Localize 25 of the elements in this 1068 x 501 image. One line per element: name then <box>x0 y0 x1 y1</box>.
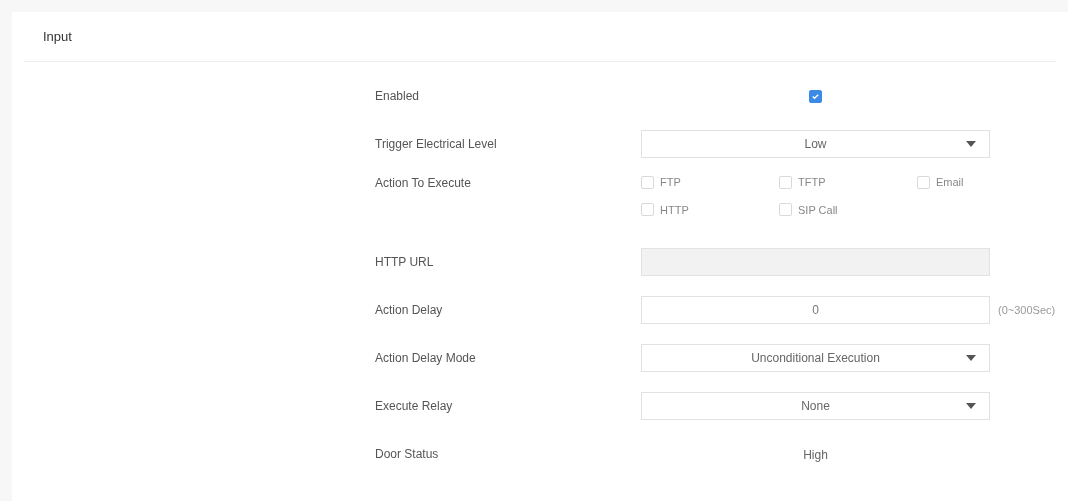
caret-icon <box>966 403 976 409</box>
section-title: Input <box>43 27 72 46</box>
caret-icon <box>966 141 976 147</box>
option-label: Email <box>936 175 964 190</box>
field-label: Action Delay <box>375 302 444 319</box>
option-label: TFTP <box>798 175 826 190</box>
field-label: Door Status <box>375 446 440 463</box>
field-label: Action To Execute <box>375 175 472 192</box>
option-label: SIP Call <box>798 202 838 218</box>
dropdown[interactable]: Unconditional Execution <box>641 344 990 372</box>
status-value: High <box>803 448 828 462</box>
field-label: Execute Relay <box>375 398 454 415</box>
caret-icon <box>966 355 976 361</box>
range-hint: (0~300Sec) <box>998 302 1056 318</box>
field-label: HTTP URL <box>375 254 435 271</box>
dropdown[interactable]: None <box>641 392 990 420</box>
field-label: Trigger Electrical Level <box>375 136 498 153</box>
checkbox[interactable] <box>809 89 822 103</box>
field-label: Enabled <box>375 88 421 105</box>
input-field[interactable]: 0 <box>641 296 990 324</box>
field-label: Action Delay Mode <box>375 350 477 367</box>
dropdown[interactable]: Low <box>641 130 990 158</box>
check-icon <box>811 91 820 101</box>
option-label: FTP <box>660 175 681 190</box>
option-label: HTTP <box>660 202 689 218</box>
